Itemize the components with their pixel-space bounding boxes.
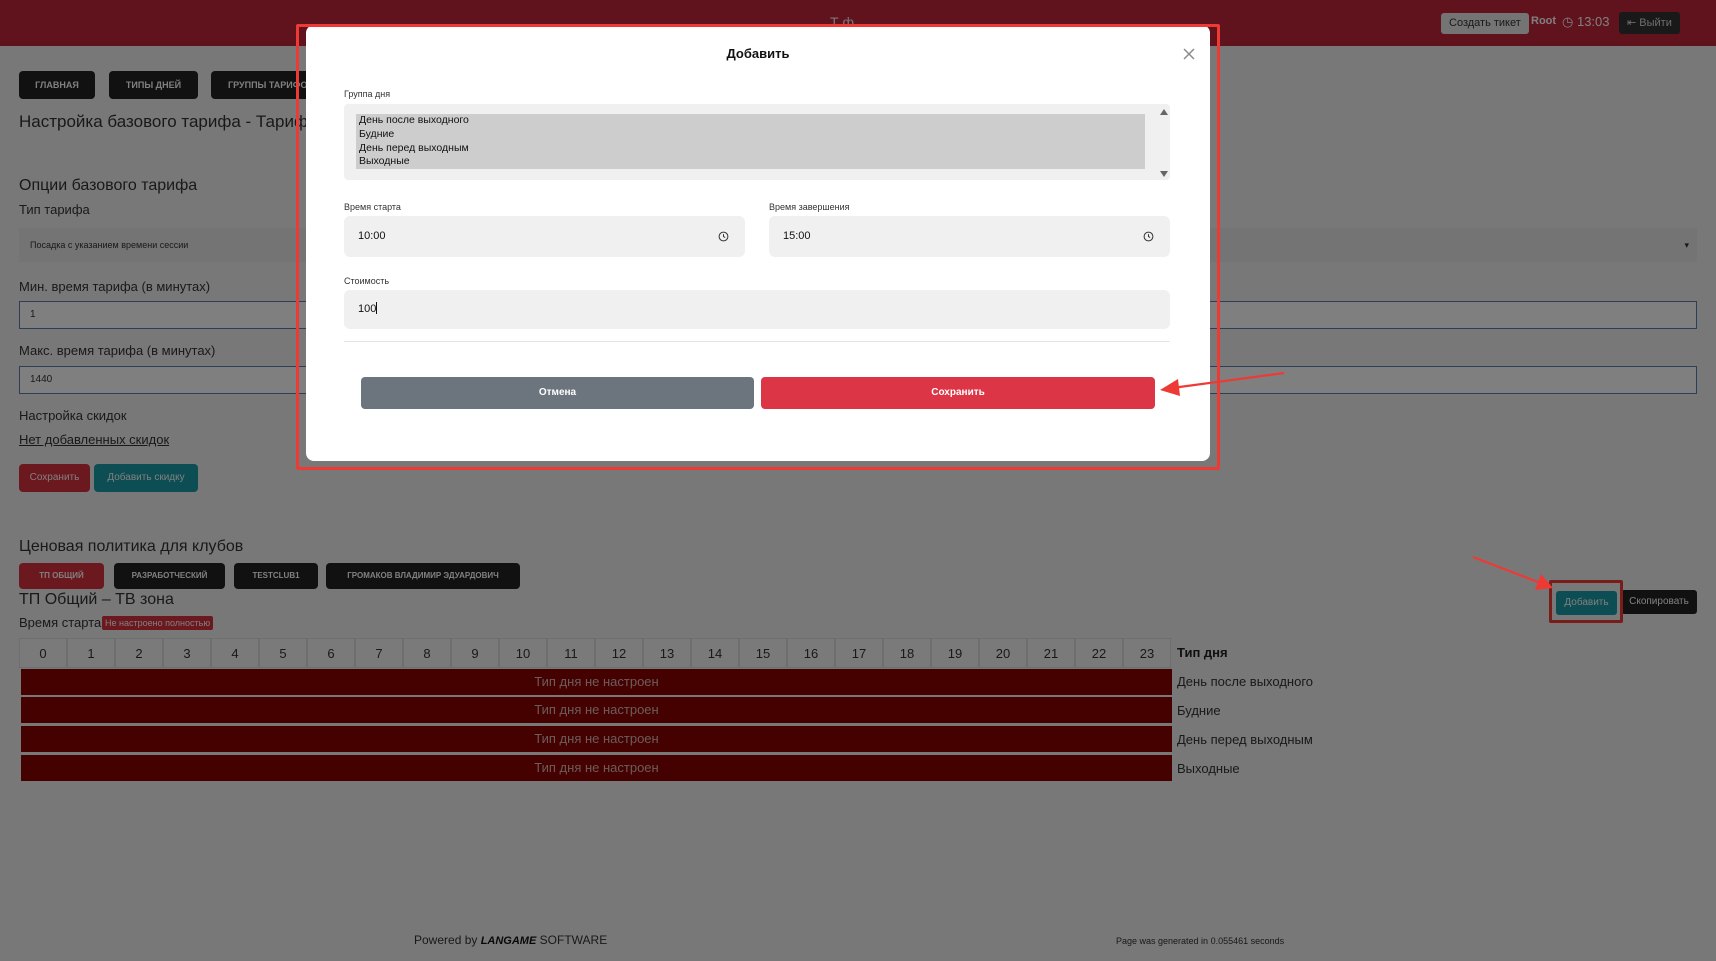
annotation-highlight-modal — [296, 24, 1220, 470]
